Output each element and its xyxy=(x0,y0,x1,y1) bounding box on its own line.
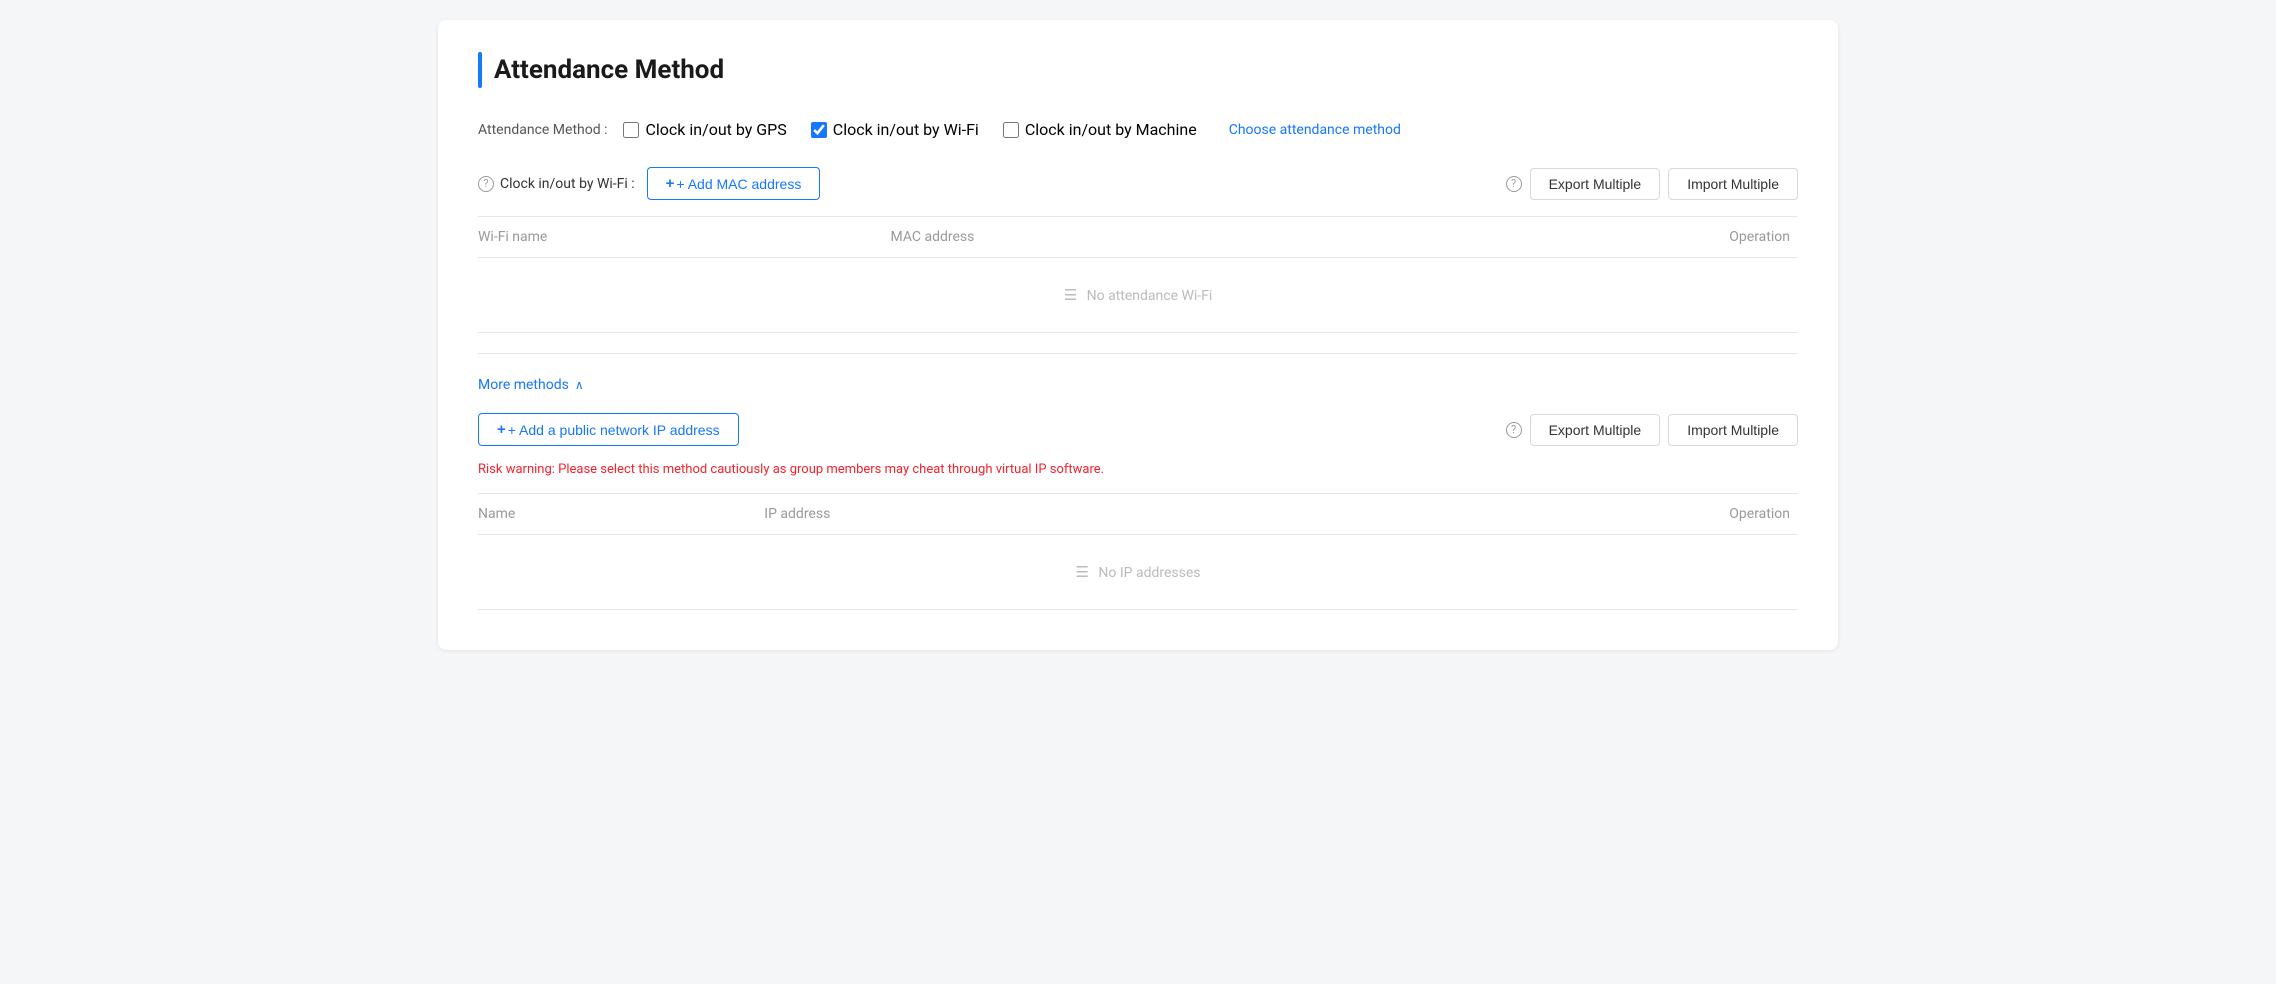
attendance-method-card: Attendance Method Attendance Method : Cl… xyxy=(438,20,1838,650)
ip-table: Name IP address Operation ☰ No IP addres… xyxy=(478,493,1798,610)
page-title-row: Attendance Method xyxy=(478,52,1798,88)
ip-section-header: + + Add a public network IP address ? Ex… xyxy=(478,413,1798,446)
checkbox-machine-label: Clock in/out by Machine xyxy=(1025,120,1197,139)
wifi-import-multiple-button[interactable]: Import Multiple xyxy=(1668,168,1798,200)
checkbox-wifi[interactable]: Clock in/out by Wi-Fi xyxy=(811,120,979,139)
risk-warning: Risk warning: Please select this method … xyxy=(478,462,1798,477)
checkbox-wifi-input[interactable] xyxy=(811,122,827,138)
ip-col-operation: Operation xyxy=(1271,494,1798,535)
title-bar-accent xyxy=(478,52,482,88)
ip-table-header-row: Name IP address Operation xyxy=(478,494,1798,535)
wifi-empty-cell: ☰ No attendance Wi-Fi xyxy=(478,258,1798,333)
wifi-section: ? Clock in/out by Wi-Fi : + + Add MAC ad… xyxy=(478,167,1798,333)
wifi-header-row: ? Clock in/out by Wi-Fi : + + Add MAC ad… xyxy=(478,167,1798,200)
checkbox-gps[interactable]: Clock in/out by GPS xyxy=(623,120,786,139)
wifi-empty-icon: ☰ xyxy=(1064,286,1077,304)
more-methods-toggle[interactable]: More methods ∧ xyxy=(478,377,584,393)
wifi-table-header-row: Wi-Fi name MAC address Operation xyxy=(478,217,1798,258)
wifi-section-header: ? Clock in/out by Wi-Fi : + + Add MAC ad… xyxy=(478,167,1798,200)
ip-table-help-icon[interactable]: ? xyxy=(1506,422,1522,438)
wifi-help-icon[interactable]: ? xyxy=(478,176,494,192)
checkbox-wifi-label: Clock in/out by Wi-Fi xyxy=(833,120,979,139)
checkbox-machine-input[interactable] xyxy=(1003,122,1019,138)
checkbox-gps-label: Clock in/out by GPS xyxy=(645,120,786,139)
add-public-ip-button[interactable]: + + Add a public network IP address xyxy=(478,413,739,446)
wifi-col-mac: MAC address xyxy=(890,217,1389,258)
ip-empty-row: ☰ No IP addresses xyxy=(478,535,1798,610)
add-mac-address-button[interactable]: + + Add MAC address xyxy=(647,167,821,200)
checkbox-machine[interactable]: Clock in/out by Machine xyxy=(1003,120,1197,139)
chevron-up-icon: ∧ xyxy=(575,378,584,392)
method-row-label: Attendance Method : xyxy=(478,122,607,138)
wifi-table: Wi-Fi name MAC address Operation ☰ No at… xyxy=(478,216,1798,333)
wifi-export-import-group: ? Export Multiple Import Multiple xyxy=(1506,168,1798,200)
ip-section: + + Add a public network IP address ? Ex… xyxy=(478,413,1798,610)
wifi-table-help-icon[interactable]: ? xyxy=(1506,176,1522,192)
ip-export-import-group: ? Export Multiple Import Multiple xyxy=(1506,414,1798,446)
wifi-section-label: ? Clock in/out by Wi-Fi : xyxy=(478,176,635,192)
wifi-export-multiple-button[interactable]: Export Multiple xyxy=(1530,168,1661,200)
add-ip-plus-icon: + xyxy=(497,421,506,438)
checkbox-gps-input[interactable] xyxy=(623,122,639,138)
ip-col-address: IP address xyxy=(764,494,1271,535)
ip-col-name: Name xyxy=(478,494,764,535)
ip-export-multiple-button[interactable]: Export Multiple xyxy=(1530,414,1661,446)
ip-header-row: + + Add a public network IP address ? Ex… xyxy=(478,413,1798,446)
ip-empty-cell: ☰ No IP addresses xyxy=(478,535,1798,610)
wifi-empty-row: ☰ No attendance Wi-Fi xyxy=(478,258,1798,333)
wifi-col-name: Wi-Fi name xyxy=(478,217,890,258)
choose-attendance-method-link[interactable]: Choose attendance method xyxy=(1229,122,1401,138)
divider-1 xyxy=(478,353,1798,354)
page-title: Attendance Method xyxy=(494,55,724,85)
ip-empty-icon: ☰ xyxy=(1075,563,1088,581)
wifi-col-operation: Operation xyxy=(1389,217,1798,258)
ip-import-multiple-button[interactable]: Import Multiple xyxy=(1668,414,1798,446)
method-selection-row: Attendance Method : Clock in/out by GPS … xyxy=(478,120,1798,139)
add-mac-plus-icon: + xyxy=(666,175,675,192)
